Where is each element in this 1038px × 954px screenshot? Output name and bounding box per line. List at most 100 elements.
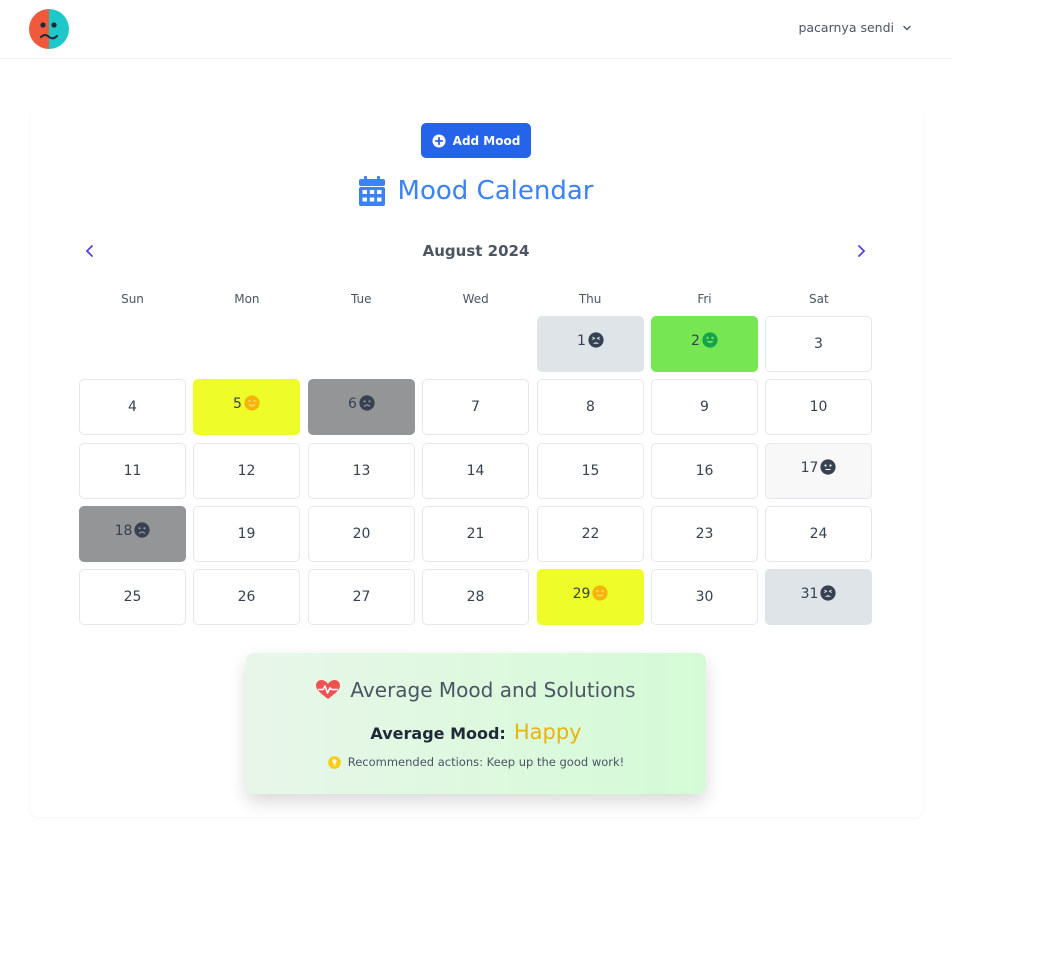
average-mood-label: Average Mood: <box>370 724 506 743</box>
top-navbar: pacarnya sendi <box>0 0 952 59</box>
calendar-day[interactable]: 3 <box>765 316 872 372</box>
weekday-header: Mon <box>234 292 260 306</box>
add-mood-label: Add Mood <box>452 133 521 148</box>
user-name: pacarnya sendi <box>798 20 894 35</box>
day-number: 21 <box>466 526 485 542</box>
smile-face-icon <box>592 585 609 601</box>
heart-pulse-icon <box>316 680 341 699</box>
calendar-day[interactable]: 4 <box>79 379 186 435</box>
calendar-day[interactable]: 20 <box>308 506 415 562</box>
day-number: 30 <box>695 589 714 605</box>
user-menu[interactable]: pacarnya sendi <box>798 20 912 35</box>
calendar-day[interactable]: 1 <box>537 316 644 372</box>
mood-face-logo-icon[interactable] <box>29 9 69 49</box>
day-number: 26 <box>237 589 256 605</box>
calendar-day[interactable]: 17 <box>765 443 872 499</box>
weekday-header: Sat <box>809 292 829 306</box>
day-number: 6 <box>348 396 357 412</box>
day-number: 8 <box>586 399 595 415</box>
day-number: 7 <box>471 399 480 415</box>
average-mood-panel: Average Mood and Solutions Average Mood:… <box>246 653 706 794</box>
sad-face-icon <box>134 522 151 538</box>
day-number: 9 <box>700 399 709 415</box>
day-number: 24 <box>809 526 828 542</box>
day-number: 15 <box>581 463 600 479</box>
summary-title: Average Mood and Solutions <box>350 678 636 702</box>
average-mood-value: Happy <box>513 720 582 744</box>
recommendation-row: Recommended actions: Keep up the good wo… <box>246 755 706 769</box>
calendar-day[interactable]: 14 <box>422 443 529 499</box>
average-mood-row: Average Mood: Happy <box>246 720 706 744</box>
day-number: 5 <box>233 396 242 412</box>
calendar-day[interactable]: 8 <box>537 379 644 435</box>
weekday-header: Thu <box>578 292 602 306</box>
chevron-down-icon <box>903 25 911 30</box>
calendar-day[interactable]: 28 <box>422 569 529 625</box>
calendar-day[interactable]: 5 <box>193 379 300 435</box>
calendar-day[interactable]: 31 <box>765 569 872 625</box>
plus-circle-icon <box>432 134 446 147</box>
day-number: 19 <box>237 526 256 542</box>
calendar-day[interactable]: 24 <box>765 506 872 562</box>
calendar-day[interactable]: 22 <box>537 506 644 562</box>
calendar-day[interactable]: 6 <box>308 379 415 435</box>
calendar-day[interactable]: 23 <box>651 506 758 562</box>
calendar-day[interactable]: 13 <box>308 443 415 499</box>
day-number: 22 <box>581 526 600 542</box>
calendar-day[interactable]: 10 <box>765 379 872 435</box>
day-number: 17 <box>800 460 819 476</box>
calendar-day[interactable]: 26 <box>193 569 300 625</box>
add-mood-button[interactable]: Add Mood <box>421 123 531 158</box>
day-number: 3 <box>814 336 823 352</box>
day-number: 28 <box>466 589 485 605</box>
day-number: 12 <box>237 463 256 479</box>
day-number: 14 <box>466 463 485 479</box>
recommendation-text: Recommended actions: Keep up the good wo… <box>347 755 625 769</box>
day-number: 20 <box>352 526 371 542</box>
day-number: 23 <box>695 526 714 542</box>
smile-face-icon <box>244 395 260 411</box>
day-number: 18 <box>114 523 133 539</box>
lightbulb-icon <box>327 755 341 769</box>
calendar-day[interactable]: 15 <box>537 443 644 499</box>
day-number: 27 <box>352 589 371 605</box>
month-label: August 2024 <box>422 242 530 260</box>
calendar-day[interactable]: 19 <box>193 506 300 562</box>
sad-face-icon <box>359 395 375 411</box>
day-number: 10 <box>809 399 828 415</box>
day-number: 31 <box>800 586 819 602</box>
weekday-header: Tue <box>351 292 372 306</box>
calendar-day[interactable]: 30 <box>651 569 758 625</box>
tired-face-icon <box>820 585 837 601</box>
day-number: 11 <box>123 463 142 479</box>
neutral-face-icon <box>820 459 837 475</box>
grin-face-icon <box>702 332 718 348</box>
calendar-day[interactable]: 11 <box>79 443 186 499</box>
calendar-day[interactable]: 9 <box>651 379 758 435</box>
summary-title-row: Average Mood and Solutions <box>246 678 706 702</box>
day-number: 25 <box>123 589 142 605</box>
calendar-day[interactable]: 7 <box>422 379 529 435</box>
weekday-header: Wed <box>462 292 489 306</box>
tired-face-icon <box>588 332 604 348</box>
calendar-icon <box>358 176 385 206</box>
day-number: 1 <box>577 333 586 349</box>
calendar-day[interactable]: 27 <box>308 569 415 625</box>
calendar-day[interactable]: 16 <box>651 443 758 499</box>
weekday-header: Fri <box>697 292 712 306</box>
next-month-button[interactable] <box>850 240 872 262</box>
page-title: Mood Calendar <box>397 176 594 206</box>
calendar-day[interactable]: 25 <box>79 569 186 625</box>
calendar-title-row: Mood Calendar <box>0 176 952 206</box>
calendar-day[interactable]: 21 <box>422 506 529 562</box>
calendar-day[interactable]: 12 <box>193 443 300 499</box>
day-number: 29 <box>572 586 591 602</box>
day-number: 13 <box>352 463 371 479</box>
day-number: 16 <box>695 463 714 479</box>
calendar-day[interactable]: 29 <box>537 569 644 625</box>
calendar-day[interactable]: 2 <box>651 316 758 372</box>
calendar-day[interactable]: 18 <box>79 506 186 562</box>
weekday-header: Sun <box>121 292 144 306</box>
day-number: 4 <box>128 399 137 415</box>
chevron-right-icon <box>858 245 866 257</box>
